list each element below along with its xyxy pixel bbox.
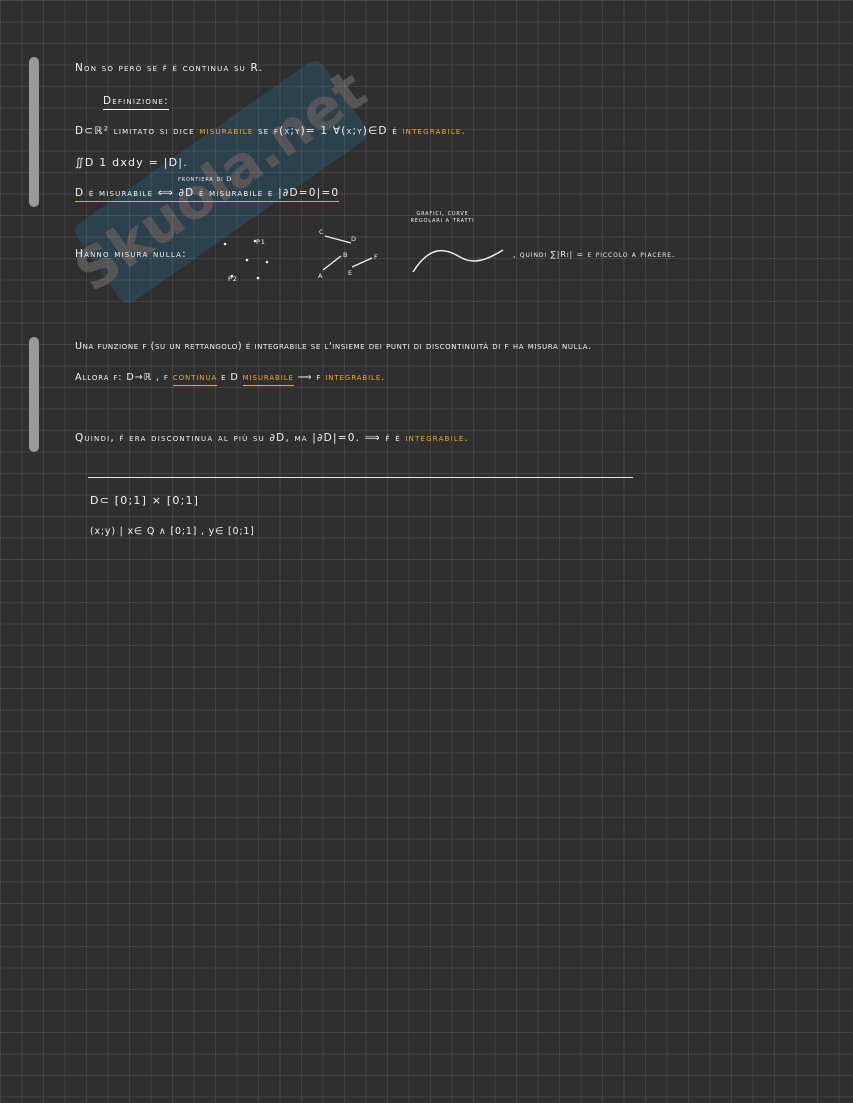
- curve: [412, 249, 504, 273]
- scrollbar-upper[interactable]: [29, 57, 39, 207]
- line-allora: Allora f: D→ℝ , f continua e D misurabil…: [75, 372, 386, 386]
- label-d: D: [351, 235, 357, 243]
- l8-part-a: Quindi, f̂ era discontinua al più su ∂D,…: [75, 432, 401, 444]
- example-line-1: D⊂ [0;1] × [0;1]: [90, 494, 200, 507]
- line-d-misurabile: D é misurabile ⟺ ∂D é misurabile e |∂D=0…: [75, 187, 340, 202]
- label-a: A: [318, 272, 324, 280]
- label-p1: P1: [256, 238, 266, 246]
- grafici-note: grafici, curve regolari a tratti: [410, 209, 475, 225]
- divider: [88, 477, 633, 478]
- l3-part-a: D⊂ℝ² limitato si dice: [75, 125, 195, 137]
- segment-ab: [322, 255, 342, 271]
- label-f: F: [374, 253, 379, 261]
- dot: [245, 258, 249, 262]
- l5-text: D é misurabile ⟺ ∂D é misurabile e |∂D=0…: [75, 187, 340, 202]
- l7-part-a: Allora f: D→ℝ , f: [75, 372, 169, 383]
- dot: [256, 276, 260, 280]
- l7-integrabile: integrabile.: [325, 372, 386, 383]
- l3-misurabile: misurabile: [199, 125, 254, 137]
- example-line-2: (x;y) | x∈ Q ∧ [0;1] , y∈ [0;1]: [90, 526, 255, 537]
- segment-ef: [351, 257, 373, 268]
- segment-cd: [324, 235, 352, 244]
- l8-integrabile: integrabile.: [405, 432, 470, 444]
- scrollbar-lower[interactable]: [29, 337, 39, 452]
- line-definizione-misurabile: D⊂ℝ² limitato si dice misurabile se f(x;…: [75, 126, 466, 137]
- l7-continua: continua: [172, 372, 218, 386]
- l3-part-b: se f(x;y)= 1 ∀(x;y)∈D é: [258, 125, 398, 137]
- line-non-so-pero: Non so però se f̂ é continua su R.: [75, 62, 264, 74]
- label-e: E: [348, 269, 353, 277]
- label-b: B: [343, 251, 349, 259]
- hanno-misura-nulla: Hanno misura nulla:: [75, 248, 187, 260]
- dot: [265, 260, 269, 264]
- definizione-label: Definizione:: [103, 95, 169, 110]
- line-funzione-integrabile: Una funzione f (su un rettangolo) é inte…: [75, 341, 592, 352]
- frontiera-note: frontiera di D: [178, 175, 233, 183]
- line-quindi-discontinua: Quindi, f̂ era discontinua al più su ∂D,…: [75, 433, 469, 444]
- quindi-sum-note: , quindi ∑|Ri| = ε piccolo a piacere.: [513, 250, 676, 259]
- line-integral-area: ∬D 1 dxdy = |D|.: [75, 156, 188, 169]
- l3-integrabile: integrabile.: [402, 125, 467, 137]
- l7-misurabile: misurabile: [242, 372, 294, 386]
- l7-part-c: ⟹ f: [297, 372, 322, 383]
- definizione-heading: Definizione:: [103, 95, 169, 110]
- curve-sketch: [412, 249, 504, 273]
- dot: [223, 242, 227, 246]
- l7-part-b: e D: [221, 372, 239, 383]
- label-p2: P2: [228, 275, 238, 283]
- label-c: C: [319, 228, 325, 236]
